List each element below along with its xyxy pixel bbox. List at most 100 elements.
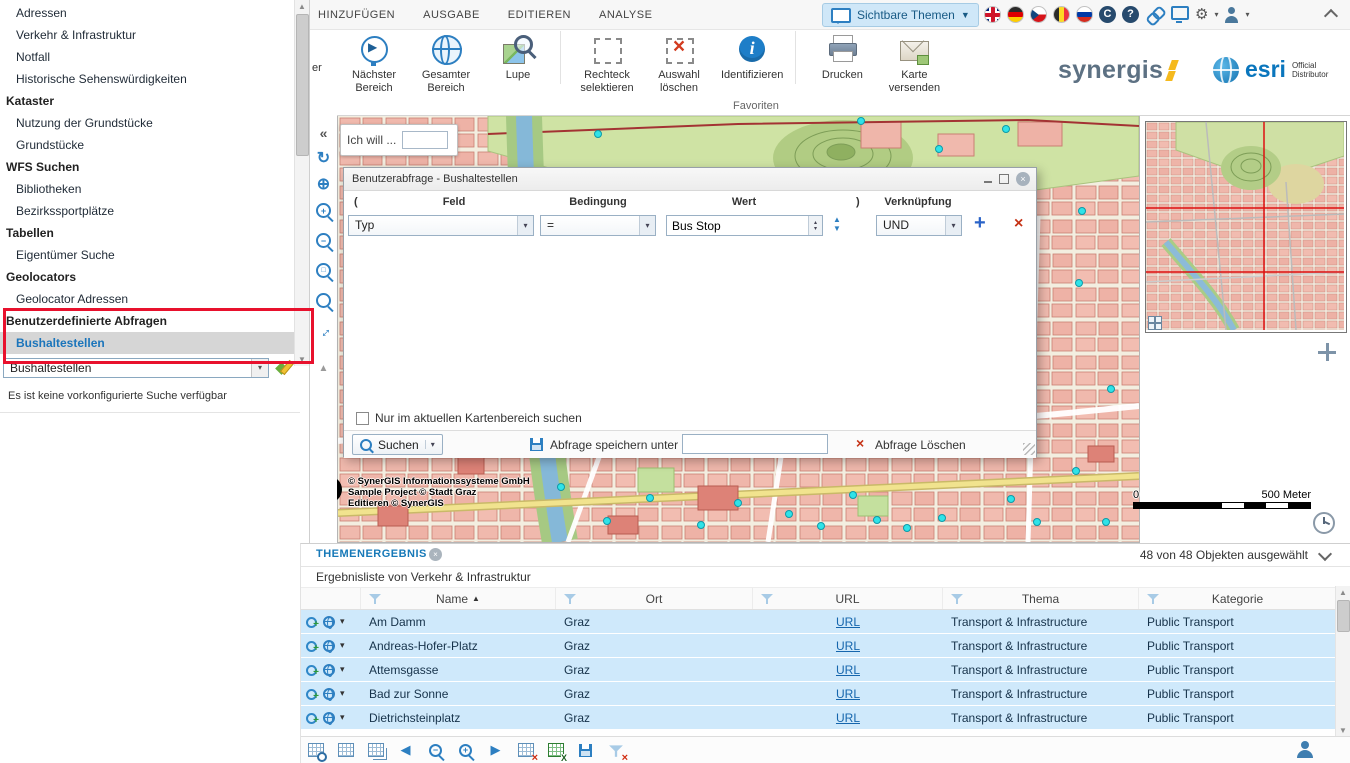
table-row[interactable]: ▾ Attemsgasse Graz URL Transport & Infra… [301, 658, 1350, 682]
tree-item[interactable]: Adressen [0, 2, 295, 24]
monitor-icon[interactable] [1171, 6, 1189, 20]
remove-row-icon[interactable]: × [1014, 215, 1023, 233]
value-input[interactable] [667, 216, 808, 235]
clear-results-button[interactable]: × [517, 742, 534, 759]
clear-filter-button[interactable]: × [607, 742, 624, 759]
scroll-down-icon[interactable]: ▼ [295, 355, 309, 364]
tree-item[interactable]: Nutzung der Grundstücke [0, 112, 295, 134]
row-menu-caret-icon[interactable]: ▾ [340, 688, 345, 699]
overview-map[interactable] [1145, 121, 1347, 333]
minimize-icon[interactable] [984, 181, 992, 183]
tree-item[interactable]: Bushaltestellen [0, 332, 295, 354]
tree-item[interactable]: WFS Suchen [0, 156, 295, 178]
filter-icon[interactable] [761, 593, 773, 604]
globe-icon[interactable] [323, 688, 335, 700]
close-icon[interactable]: × [1016, 172, 1030, 186]
tree-item[interactable]: Notfall [0, 46, 295, 68]
tree-item[interactable]: Bibliotheken [0, 178, 295, 200]
table-row[interactable]: ▾ Bad zur Sonne Graz URL Transport & Inf… [301, 682, 1350, 706]
zoom-to-icon[interactable] [305, 687, 318, 700]
ribbon-tool-button[interactable]: Rechteck selektieren [571, 31, 643, 97]
row-menu-caret-icon[interactable]: ▾ [340, 664, 345, 675]
ribbon-tool-button[interactable]: Identifizieren [715, 31, 796, 84]
refresh-icon[interactable]: ↻ [317, 151, 330, 167]
table-scrollbar[interactable]: ▲ ▼ [1335, 586, 1350, 737]
filter-icon[interactable] [951, 593, 963, 604]
zoom-to-icon[interactable] [305, 639, 318, 652]
conjunction-select[interactable]: UND ▾ [876, 215, 962, 236]
save-query-icon[interactable] [530, 438, 543, 451]
url-link[interactable]: URL [836, 711, 860, 725]
user-caret-icon[interactable]: ▾ [1245, 10, 1249, 19]
table-row[interactable]: ▾ Dietrichsteinplatz Graz URL Transport … [301, 706, 1350, 730]
help-icon[interactable]: ? [1122, 6, 1139, 23]
next-results-button[interactable]: ▶ [487, 742, 504, 759]
table-row[interactable]: ▾ Am Damm Graz URL Transport & Infrastru… [301, 610, 1350, 634]
value-updown-icon[interactable]: ▲▼ [833, 215, 841, 233]
filter-icon[interactable] [1147, 593, 1159, 604]
ribbon-tab[interactable]: AUSGABE [423, 9, 480, 21]
row-menu-caret-icon[interactable]: ▾ [340, 640, 345, 651]
delete-query-label[interactable]: Abfrage Löschen [875, 438, 966, 452]
sidebar-scrollbar[interactable]: ▲ ▼ [294, 0, 309, 366]
row-menu-caret-icon[interactable]: ▾ [340, 616, 345, 627]
globe-icon[interactable] [323, 640, 335, 652]
czech-flag-icon[interactable] [1030, 6, 1047, 23]
scroll-up-icon[interactable]: ▲ [319, 363, 329, 374]
ribbon-tab[interactable]: ANALYSE [599, 9, 652, 21]
zoom-in-selection-button[interactable] [457, 742, 474, 759]
maximize-icon[interactable] [999, 174, 1009, 184]
tree-item[interactable]: Geolocators [0, 266, 295, 288]
ribbon-tool-button[interactable]: Karte versenden [878, 31, 950, 97]
filter-icon[interactable] [369, 593, 381, 604]
crescent-badge-icon[interactable]: C [1099, 6, 1116, 23]
table-row[interactable]: ▾ Andreas-Hofer-Platz Graz URL Transport… [301, 634, 1350, 658]
filter-icon[interactable] [564, 593, 576, 604]
collapse-panel-icon[interactable] [1318, 547, 1332, 561]
tree-item[interactable]: Geolocator Adressen [0, 288, 295, 310]
column-header-thema[interactable]: Thema [943, 588, 1139, 609]
zoom-to-icon[interactable] [305, 711, 318, 724]
pan-icon[interactable] [1318, 343, 1336, 361]
zoom-to-icon[interactable] [305, 663, 318, 676]
globe-icon[interactable] [323, 712, 335, 724]
map-extent-checkbox[interactable] [356, 412, 369, 425]
zoom-last-extent-icon[interactable] [316, 293, 331, 313]
tree-item[interactable]: Historische Sehenswürdigkeiten [0, 68, 295, 90]
tree-item[interactable]: Tabellen [0, 222, 295, 244]
preconfigured-search-select[interactable]: Bushaltestellen ▾ [3, 358, 269, 378]
gear-caret-icon[interactable]: ▾ [1214, 10, 1218, 19]
ribbon-tool-button[interactable]: Lupe [482, 31, 561, 84]
user-icon[interactable] [1297, 741, 1313, 758]
zoom-to-icon[interactable] [305, 615, 318, 628]
toggle-overview-icon[interactable] [1148, 316, 1162, 330]
visible-themes-button[interactable]: Sichtbare Themen ▼ [822, 3, 979, 27]
save-results-button[interactable] [577, 742, 594, 759]
ribbon-tool-button[interactable]: Auswahl löschen [643, 31, 715, 97]
ribbon-tool-button[interactable]: Gesamter Bereich [410, 31, 482, 97]
save-query-input[interactable] [682, 434, 828, 454]
column-header-ort[interactable]: Ort [556, 588, 753, 609]
zoom-out-icon[interactable] [316, 233, 331, 253]
tree-item[interactable]: Benutzerdefinierte Abfragen [0, 310, 295, 332]
column-header-url[interactable]: URL [753, 588, 943, 609]
tree-item[interactable]: Kataster [0, 90, 295, 112]
dialog-title-bar[interactable]: Benutzerabfrage - Bushaltestellen × [344, 168, 1036, 191]
row-menu-caret-icon[interactable]: ▾ [340, 712, 345, 723]
gear-icon[interactable]: ⚙ [1195, 6, 1208, 23]
belgium-flag-icon[interactable] [1053, 6, 1070, 23]
show-table-button[interactable] [337, 742, 354, 759]
column-header-kategorie[interactable]: Kategorie [1139, 588, 1337, 609]
scroll-up-icon[interactable]: ▲ [295, 2, 309, 11]
open-table-search-button[interactable] [307, 742, 324, 759]
resize-diagonal-icon[interactable]: ↔ [313, 320, 334, 341]
collapse-ribbon-icon[interactable] [1324, 9, 1338, 23]
russia-flag-icon[interactable] [1076, 6, 1093, 23]
tree-item[interactable]: Verkehr & Infrastruktur [0, 24, 295, 46]
add-row-icon[interactable]: + [974, 212, 986, 235]
zoom-window-icon[interactable] [316, 263, 331, 283]
url-link[interactable]: URL [836, 615, 860, 629]
collapse-sidebar-icon[interactable]: « [320, 125, 328, 141]
url-link[interactable]: URL [836, 687, 860, 701]
ribbon-tab[interactable]: EDITIEREN [508, 9, 571, 21]
